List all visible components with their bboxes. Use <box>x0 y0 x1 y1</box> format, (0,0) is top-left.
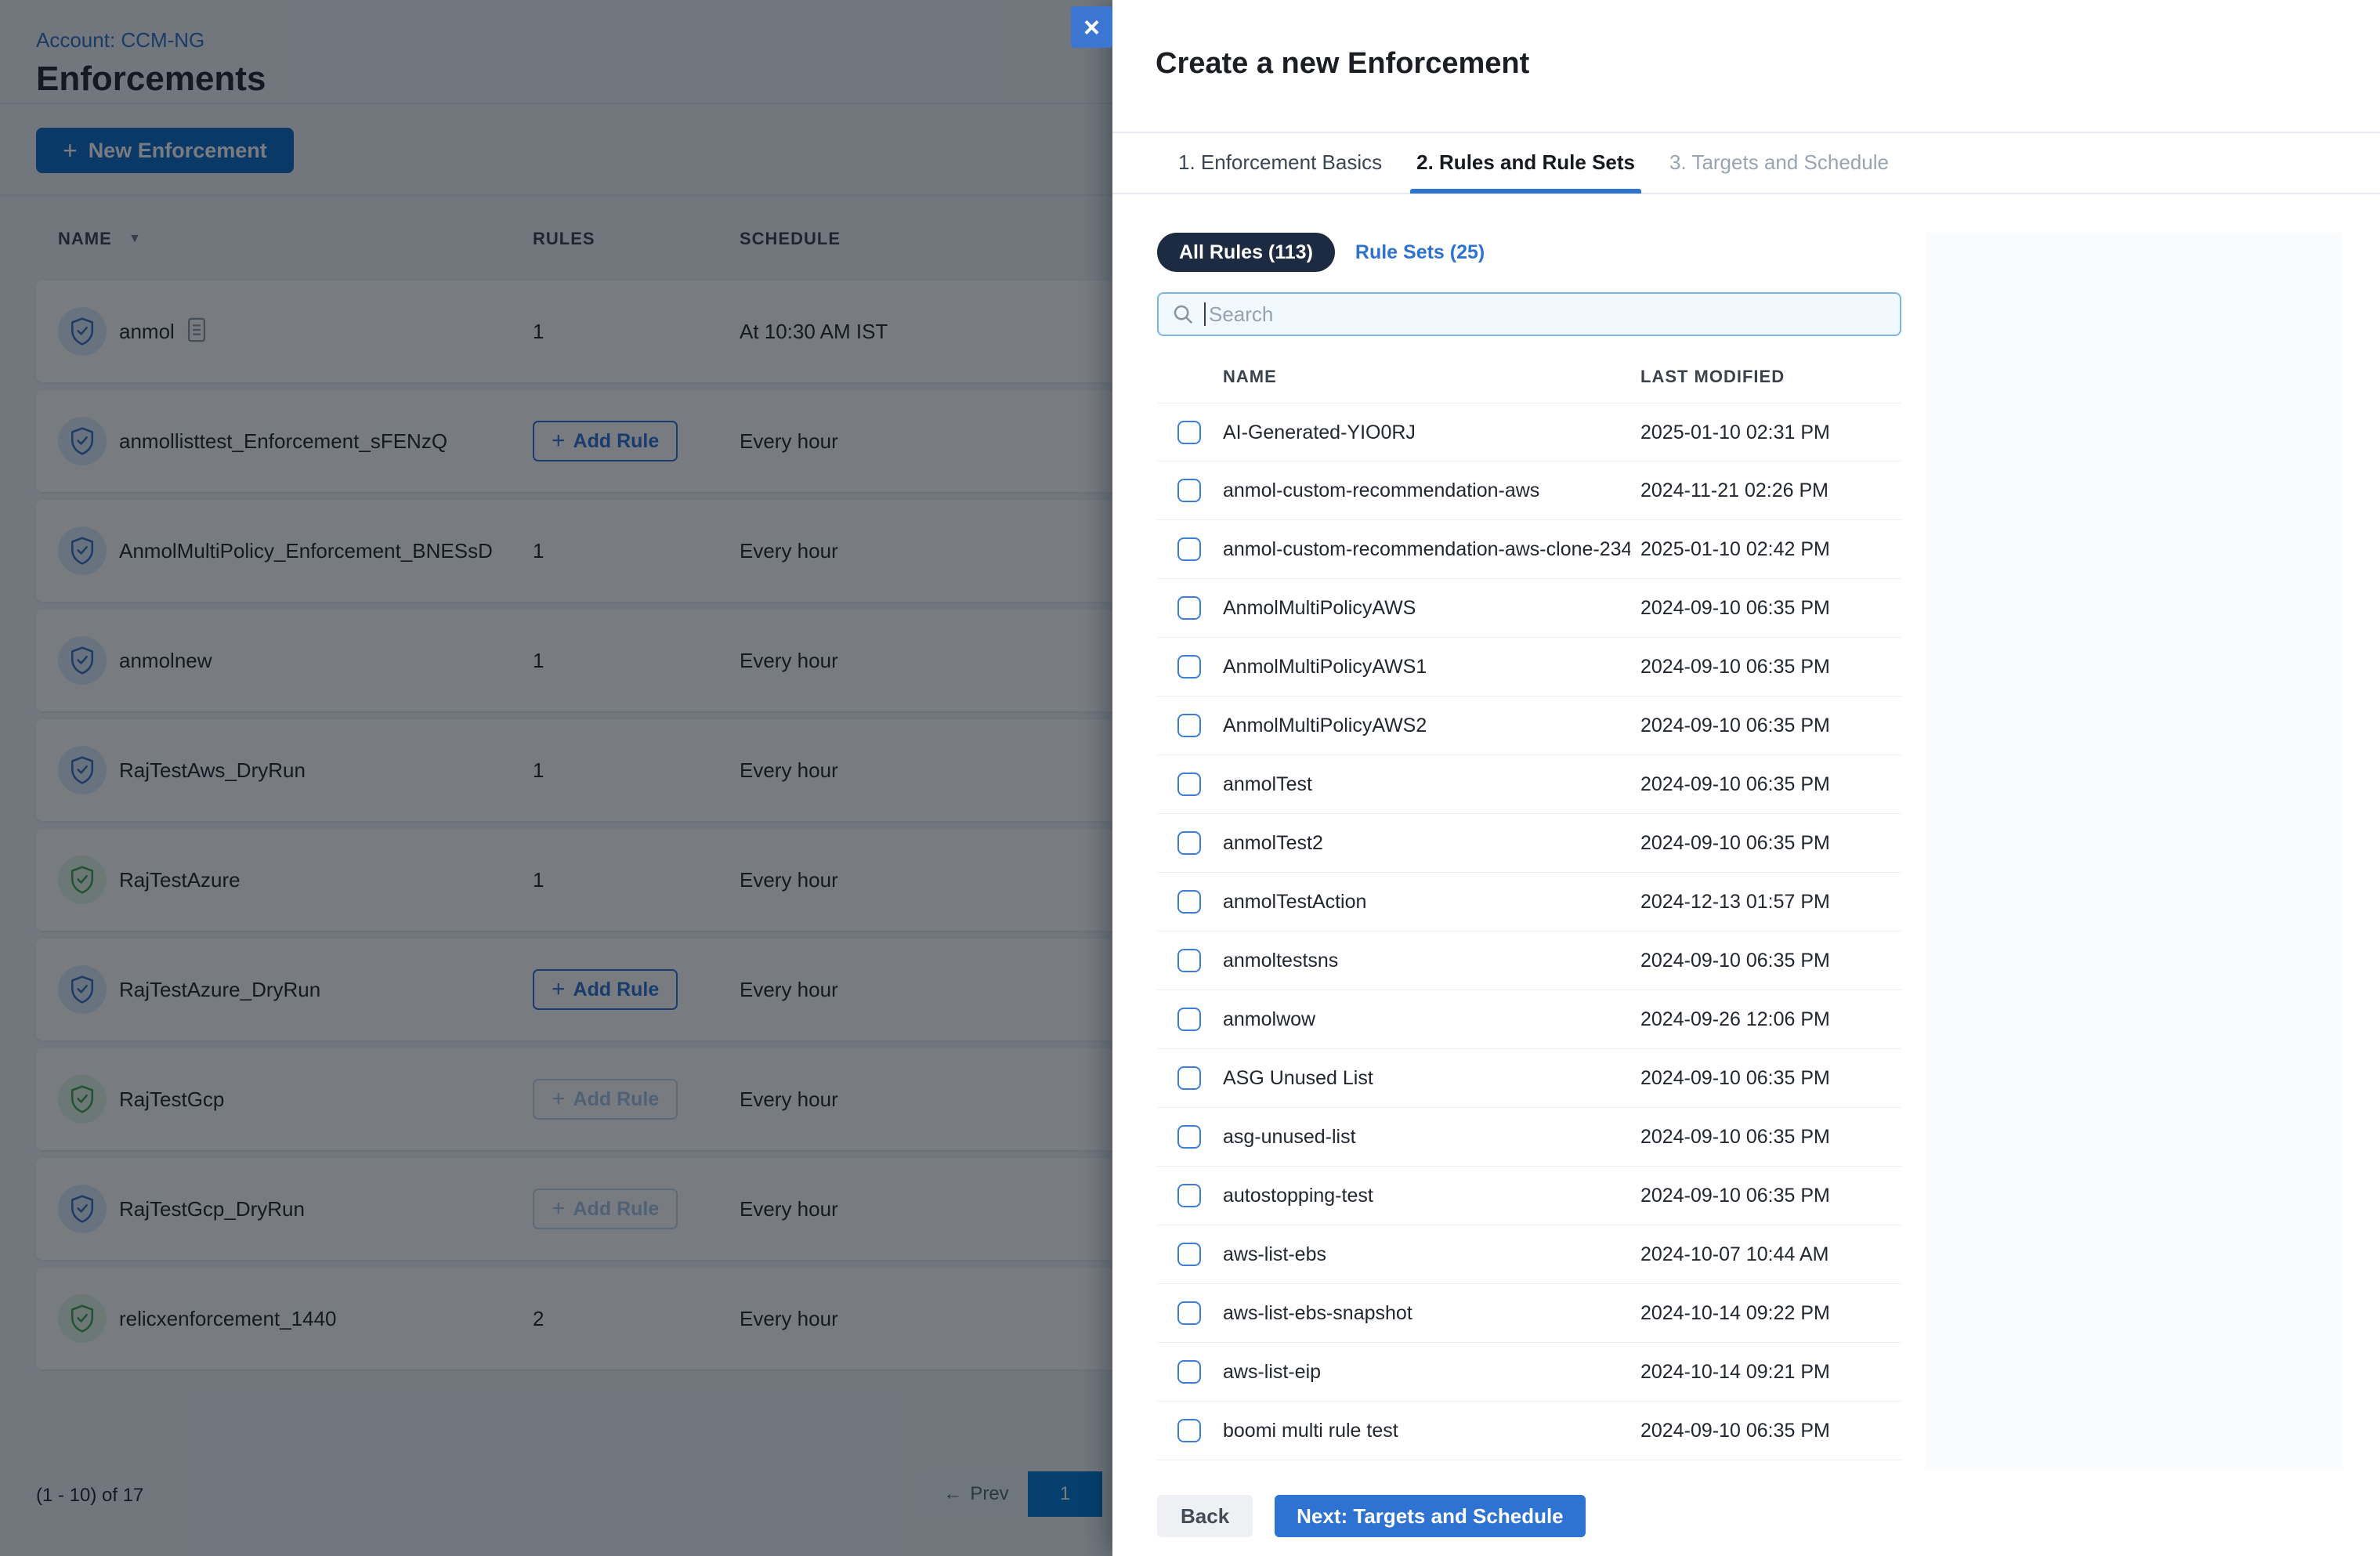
tab-rules-and-rule-sets[interactable]: 2. Rules and Rule Sets <box>1410 131 1641 194</box>
rule-list-item[interactable]: asg-unused-list 2024-09-10 06:35 PM <box>1157 1108 1901 1167</box>
rule-list-item[interactable]: anmolTestAction 2024-12-13 01:57 PM <box>1157 873 1901 932</box>
rules-search <box>1157 292 1901 336</box>
rule-checkbox[interactable] <box>1177 1243 1201 1266</box>
rule-name: anmolwow <box>1223 1008 1316 1030</box>
tab-enforcement-basics[interactable]: 1. Enforcement Basics <box>1178 131 1382 194</box>
rule-checkbox[interactable] <box>1177 1360 1201 1384</box>
rule-list-item[interactable]: anmol-custom-recommendation-aws 2024-11-2… <box>1157 461 1901 520</box>
rule-name: AI-Generated-YIO0RJ <box>1223 422 1416 443</box>
rule-name: AnmolMultiPolicyAWS1 <box>1223 656 1427 678</box>
rule-last-modified: 2024-09-10 06:35 PM <box>1640 773 1830 795</box>
rule-last-modified: 2024-09-10 06:35 PM <box>1640 1420 1830 1442</box>
rule-last-modified: 2024-10-14 09:22 PM <box>1640 1302 1830 1324</box>
rule-last-modified: 2024-11-21 02:26 PM <box>1640 479 1828 501</box>
rule-name: autostopping-test <box>1223 1185 1373 1207</box>
rule-name: ASG Unused List <box>1223 1067 1373 1089</box>
rule-list-item[interactable]: anmol-custom-recommendation-aws-clone-23… <box>1157 520 1901 579</box>
create-enforcement-drawer: × Create a new Enforcement 1. Enforcemen… <box>1071 0 2380 1556</box>
rule-name: AnmolMultiPolicyAWS2 <box>1223 715 1427 736</box>
rule-list-item[interactable]: anmoltestsns 2024-09-10 06:35 PM <box>1157 932 1901 990</box>
rule-checkbox[interactable] <box>1177 714 1201 737</box>
rule-list-item[interactable]: ASG Unused List 2024-09-10 06:35 PM <box>1157 1049 1901 1108</box>
rule-last-modified: 2024-09-10 06:35 PM <box>1640 950 1830 972</box>
next-button[interactable]: Next: Targets and Schedule <box>1275 1495 1586 1537</box>
rule-last-modified: 2024-09-26 12:06 PM <box>1640 1008 1830 1030</box>
rule-checkbox[interactable] <box>1177 421 1201 444</box>
rule-last-modified: 2025-01-10 02:31 PM <box>1640 422 1830 443</box>
wizard-tabs: 1. Enforcement Basics 2. Rules and Rule … <box>1112 132 2380 194</box>
text-caret <box>1204 302 1206 326</box>
rule-list-item[interactable]: aws-list-eip 2024-10-14 09:21 PM <box>1157 1343 1901 1402</box>
rules-column-name: NAME <box>1223 367 1277 386</box>
search-icon <box>1174 305 1193 324</box>
tab-targets-and-schedule[interactable]: 3. Targets and Schedule <box>1669 131 1889 194</box>
rules-column-modified: LAST MODIFIED <box>1640 367 1785 386</box>
all-rules-toggle[interactable]: All Rules (113) <box>1157 233 1335 272</box>
drawer-footer: Back Next: Targets and Schedule <box>1157 1495 1586 1537</box>
rule-list-item[interactable]: anmolwow 2024-09-26 12:06 PM <box>1157 990 1901 1049</box>
rule-last-modified: 2024-09-10 06:35 PM <box>1640 715 1830 736</box>
rule-checkbox[interactable] <box>1177 890 1201 914</box>
rule-last-modified: 2024-09-10 06:35 PM <box>1640 1067 1830 1089</box>
rule-list-item[interactable]: boomi multi rule test 2024-09-10 06:35 PM <box>1157 1402 1901 1460</box>
rule-checkbox[interactable] <box>1177 773 1201 796</box>
rule-list-item[interactable]: AnmolMultiPolicyAWS1 2024-09-10 06:35 PM <box>1157 638 1901 697</box>
rule-name: anmol-custom-recommendation-aws <box>1223 479 1540 501</box>
rule-list-item[interactable]: anmolTest 2024-09-10 06:35 PM <box>1157 755 1901 814</box>
rule-list-item[interactable]: aws-list-ebs 2024-10-07 10:44 AM <box>1157 1225 1901 1284</box>
rule-name: anmoltestsns <box>1223 950 1339 972</box>
screen: Account: CCM-NG Enforcements + New Enfor… <box>0 0 2380 1556</box>
rule-last-modified: 2024-09-10 06:35 PM <box>1640 597 1830 619</box>
rule-list-item[interactable]: anmolTest2 2024-09-10 06:35 PM <box>1157 814 1901 873</box>
rule-name: AnmolMultiPolicyAWS <box>1223 597 1416 619</box>
rule-name: asg-unused-list <box>1223 1126 1356 1148</box>
rules-toggle: All Rules (113) Rule Sets (25) <box>1157 233 1485 272</box>
rule-last-modified: 2024-09-10 06:35 PM <box>1640 1185 1830 1207</box>
rule-name: aws-list-ebs <box>1223 1243 1326 1265</box>
rule-last-modified: 2024-10-14 09:21 PM <box>1640 1361 1830 1383</box>
rules-list-header: NAME LAST MODIFIED <box>1157 367 1901 390</box>
rule-name: aws-list-eip <box>1223 1361 1322 1383</box>
rule-sets-toggle[interactable]: Rule Sets (25) <box>1355 241 1485 264</box>
rule-name: anmolTestAction <box>1223 891 1367 913</box>
rule-name: aws-list-ebs-snapshot <box>1223 1302 1412 1324</box>
rule-checkbox[interactable] <box>1177 831 1201 855</box>
rule-name: anmolTest2 <box>1223 832 1323 854</box>
rule-name: anmolTest <box>1223 773 1312 795</box>
rule-checkbox[interactable] <box>1177 1125 1201 1149</box>
rule-last-modified: 2025-01-10 02:42 PM <box>1640 538 1830 560</box>
rule-last-modified: 2024-12-13 01:57 PM <box>1640 891 1830 913</box>
rule-checkbox[interactable] <box>1177 1184 1201 1207</box>
rule-name: anmol-custom-recommendation-aws-clone-23… <box>1223 538 1630 560</box>
rule-list-item[interactable]: aws-list-ebs-snapshot 2024-10-14 09:22 PM <box>1157 1284 1901 1343</box>
rule-list-item[interactable]: autostopping-test 2024-09-10 06:35 PM <box>1157 1167 1901 1225</box>
search-input[interactable] <box>1209 302 1887 327</box>
rule-checkbox[interactable] <box>1177 1419 1201 1442</box>
rule-last-modified: 2024-09-10 06:35 PM <box>1640 1126 1830 1148</box>
rule-preview-panel <box>1926 233 2342 1469</box>
rule-last-modified: 2024-10-07 10:44 AM <box>1640 1243 1829 1265</box>
rule-last-modified: 2024-09-10 06:35 PM <box>1640 656 1830 678</box>
rule-list-item[interactable]: AI-Generated-YIO0RJ 2025-01-10 02:31 PM <box>1157 403 1901 461</box>
rule-checkbox[interactable] <box>1177 596 1201 620</box>
rule-checkbox[interactable] <box>1177 949 1201 972</box>
close-icon[interactable]: × <box>1071 6 1112 48</box>
rule-checkbox[interactable] <box>1177 1301 1201 1325</box>
rule-checkbox[interactable] <box>1177 537 1201 561</box>
rule-last-modified: 2024-09-10 06:35 PM <box>1640 832 1830 854</box>
rule-name: boomi multi rule test <box>1223 1420 1398 1442</box>
rule-checkbox[interactable] <box>1177 1008 1201 1031</box>
drawer-title: Create a new Enforcement <box>1156 47 1530 80</box>
rules-list: AI-Generated-YIO0RJ 2025-01-10 02:31 PM an… <box>1157 403 1901 1460</box>
rule-list-item[interactable]: AnmolMultiPolicyAWS 2024-09-10 06:35 PM <box>1157 579 1901 638</box>
back-button[interactable]: Back <box>1157 1495 1253 1537</box>
rule-checkbox[interactable] <box>1177 1066 1201 1090</box>
rule-checkbox[interactable] <box>1177 655 1201 678</box>
rule-list-item[interactable]: AnmolMultiPolicyAWS2 2024-09-10 06:35 PM <box>1157 697 1901 755</box>
rule-checkbox[interactable] <box>1177 479 1201 502</box>
